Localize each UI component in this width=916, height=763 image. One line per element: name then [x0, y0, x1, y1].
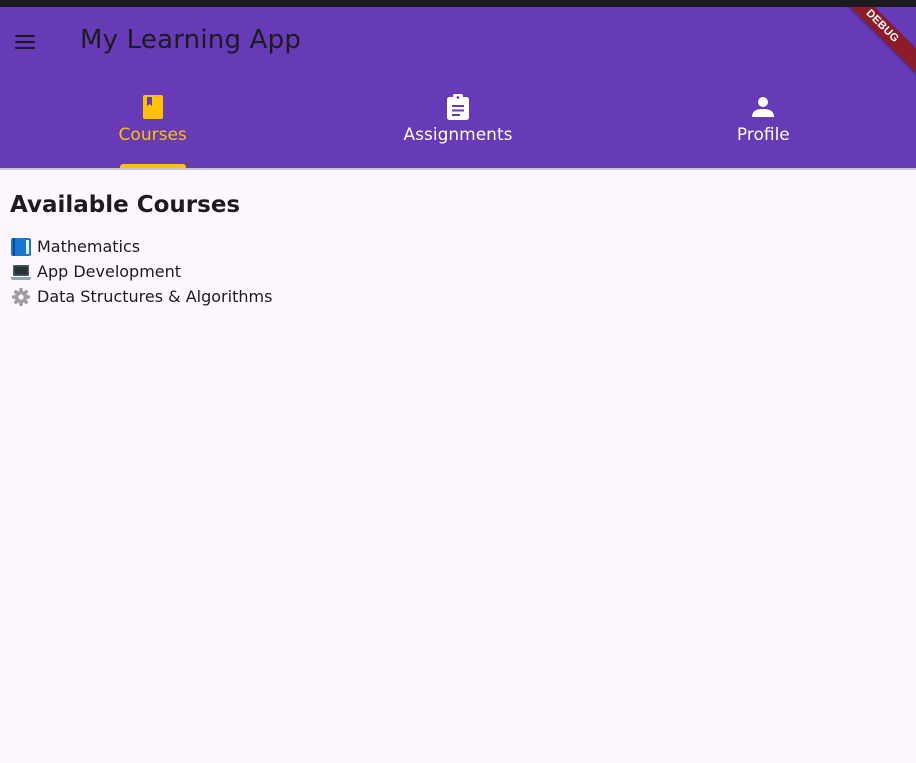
app-bar: My Learning App DEBUG Courses Assignment…: [0, 7, 916, 168]
status-strip: [0, 0, 916, 7]
course-label: Mathematics: [37, 237, 141, 256]
section-title: Available Courses: [10, 192, 241, 218]
person-icon: [750, 94, 776, 120]
blue-book-icon: [10, 237, 32, 257]
tab-bar: Courses Assignments Profile: [0, 83, 916, 168]
laptop-icon: [10, 262, 32, 282]
course-label: Data Structures & Algorithms: [37, 287, 273, 306]
book-icon: [140, 94, 166, 120]
app-title: My Learning App: [80, 25, 302, 55]
course-label: App Development: [37, 262, 182, 281]
assignment-icon: [445, 94, 471, 120]
tab-courses[interactable]: Courses: [0, 83, 305, 168]
tab-label-assignments: Assignments: [403, 125, 513, 145]
tab-label-courses: Courses: [118, 125, 187, 145]
courses-panel: Available Courses Mathematics App Develo…: [10, 192, 272, 309]
list-item: Mathematics: [10, 234, 272, 259]
debug-banner: DEBUG: [832, 7, 916, 77]
gear-icon: [10, 287, 32, 307]
tab-assignments[interactable]: Assignments: [305, 83, 610, 168]
tab-label-profile: Profile: [736, 125, 790, 145]
appbar-divider: [0, 168, 916, 170]
tab-profile[interactable]: Profile: [611, 83, 916, 168]
list-item: Data Structures & Algorithms: [10, 284, 272, 309]
list-item: App Development: [10, 259, 272, 284]
menu-button[interactable]: [4, 21, 46, 63]
menu-icon: [15, 34, 35, 50]
